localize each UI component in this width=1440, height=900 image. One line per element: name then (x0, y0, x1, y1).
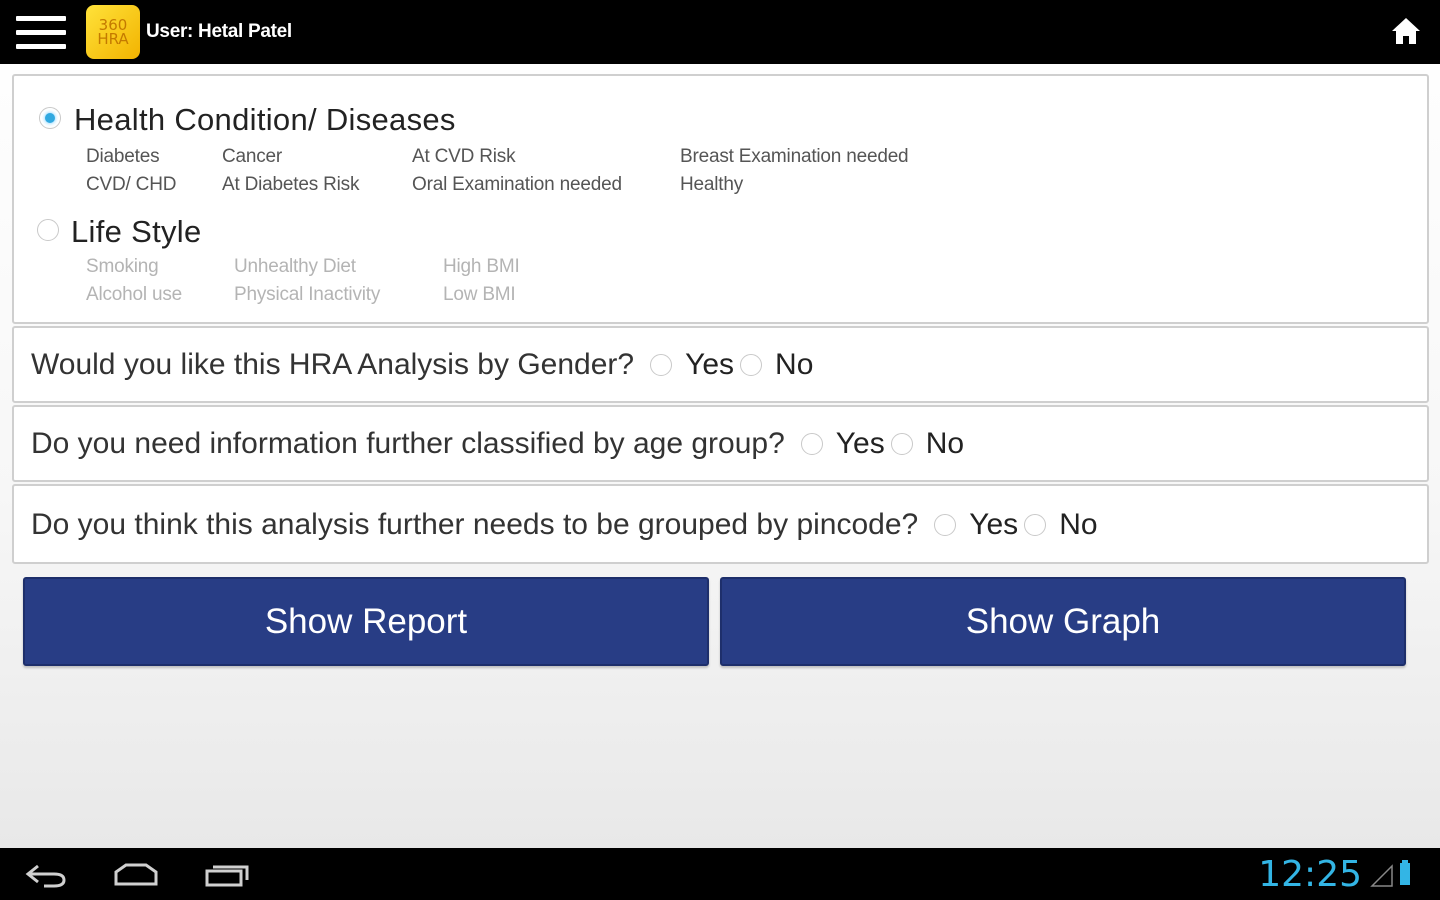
pincode-no-radio[interactable] (1024, 514, 1047, 536)
back-icon[interactable] (24, 862, 68, 888)
home-nav-icon[interactable] (112, 862, 160, 888)
recent-apps-icon[interactable] (204, 862, 250, 888)
list-item: Alcohol use (86, 284, 183, 305)
age-yes-radio[interactable] (800, 433, 823, 455)
action-bar: 360 HRA User: Hetal Patel (0, 0, 1440, 64)
list-item: Low BMI (443, 284, 516, 305)
signal-battery-icon (1370, 860, 1410, 887)
lifestyle-label[interactable]: Life Style (71, 214, 202, 250)
gender-question-text: Would you like this HRA Analysis by Gend… (31, 348, 635, 381)
pincode-question-panel: Do you think this analysis further needs… (12, 484, 1429, 564)
list-item: Healthy (680, 174, 744, 195)
list-item: Breast Examination needed (680, 146, 909, 167)
list-item: At Diabetes Risk (222, 174, 360, 195)
pincode-yes-label[interactable]: Yes (969, 508, 1018, 542)
list-item: Physical Inactivity (234, 284, 381, 305)
menu-icon[interactable] (0, 0, 70, 64)
gender-no-radio[interactable] (740, 354, 763, 376)
lifestyle-radio[interactable] (37, 219, 59, 241)
pincode-question-text: Do you think this analysis further needs… (31, 508, 919, 541)
list-item: Oral Examination needed (412, 174, 622, 195)
age-no-label[interactable]: No (926, 427, 964, 461)
user-label: User: Hetal Patel (146, 21, 292, 42)
status-clock: 12:25 (1258, 854, 1362, 895)
age-no-radio[interactable] (890, 433, 913, 455)
list-item: Diabetes (86, 146, 160, 167)
show-report-button[interactable]: Show Report (23, 577, 709, 666)
pincode-no-label[interactable]: No (1059, 508, 1097, 542)
health-condition-radio[interactable] (39, 107, 61, 129)
pincode-yes-radio[interactable] (934, 514, 957, 536)
age-question-panel: Do you need information further classifi… (12, 405, 1429, 482)
gender-no-label[interactable]: No (775, 348, 813, 382)
age-yes-label[interactable]: Yes (836, 427, 885, 461)
show-graph-button[interactable]: Show Graph (720, 577, 1406, 666)
logo-text-bottom: HRA (97, 30, 129, 48)
list-item: Smoking (86, 256, 159, 277)
list-item: Cancer (222, 146, 283, 167)
age-question-text: Do you need information further classifi… (31, 427, 785, 460)
list-item: Unhealthy Diet (234, 256, 356, 277)
gender-yes-label[interactable]: Yes (685, 348, 734, 382)
gender-question-panel: Would you like this HRA Analysis by Gend… (12, 326, 1429, 403)
system-nav-bar: 12:25 (0, 848, 1440, 900)
list-item: High BMI (443, 256, 520, 277)
health-condition-label[interactable]: Health Condition/ Diseases (74, 102, 456, 138)
list-item: CVD/ CHD (86, 174, 177, 195)
category-panel: Health Condition/ Diseases Diabetes Canc… (12, 74, 1429, 324)
gender-yes-radio[interactable] (650, 354, 673, 376)
home-icon[interactable] (1390, 16, 1422, 46)
list-item: At CVD Risk (412, 146, 516, 167)
app-logo: 360 HRA (86, 5, 140, 59)
